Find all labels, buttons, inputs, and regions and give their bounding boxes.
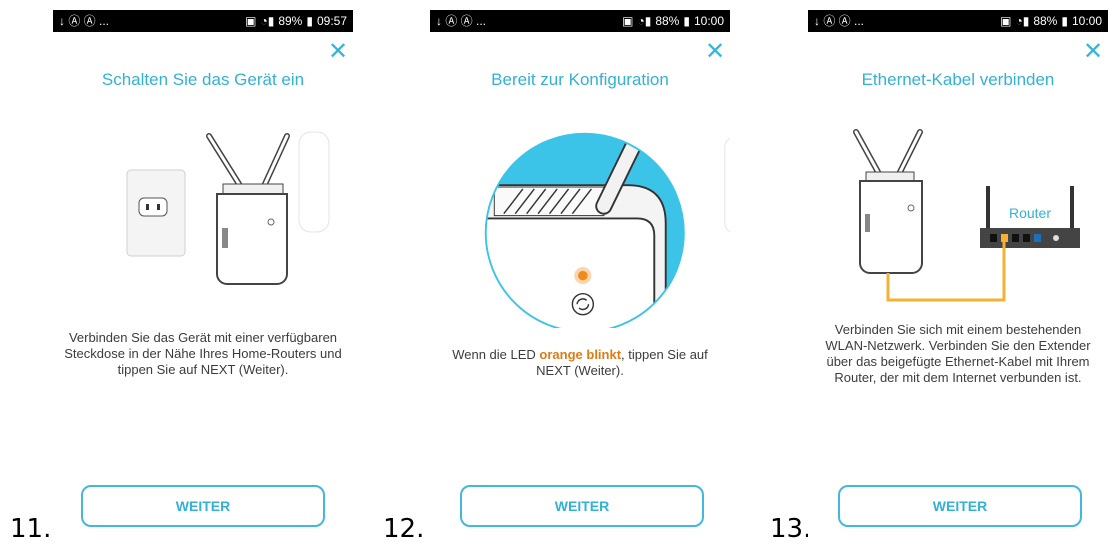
- close-icon[interactable]: ✕: [327, 39, 349, 63]
- battery-percent: 88%: [1033, 14, 1058, 28]
- cast-icon: ▣: [622, 14, 634, 28]
- screen-title: Ethernet-Kabel verbinden: [861, 70, 1055, 89]
- wifi-signal-icon: ◔▮: [637, 14, 652, 28]
- clock: 09:57: [316, 14, 347, 28]
- phone-screen-12: ↓ Ⓐ Ⓐ ... ▣ ◔▮ 88% ▮ 10:00 ✕ Bereit zur …: [430, 10, 730, 545]
- clock: 10:00: [1071, 14, 1102, 28]
- phone-screen-13: ↓ Ⓐ Ⓐ ... ▣ ◔▮ 88% ▮ 10:00 ✕ Ethernet-Ka…: [808, 10, 1108, 545]
- router-label: Router: [1009, 205, 1051, 221]
- close-icon[interactable]: ✕: [704, 39, 726, 63]
- cast-icon: ▣: [245, 14, 257, 28]
- battery-percent: 89%: [278, 14, 303, 28]
- ethernet-connection-illustration: Router: [853, 129, 1080, 302]
- battery-icon: ▮: [1061, 14, 1068, 28]
- instruction-text: Verbinden Sie das Gerät mit einer verfüg…: [64, 330, 342, 377]
- led-closeup-illustration: [484, 132, 730, 328]
- close-icon[interactable]: ✕: [1082, 39, 1104, 63]
- instruction-text: Verbinden Sie sich mit einem bestehenden…: [825, 322, 1091, 385]
- step-number-12: 12.: [383, 514, 425, 544]
- wifi-signal-icon: ◔▮: [1015, 14, 1030, 28]
- notification-icons: ↓ Ⓐ Ⓐ ...: [59, 14, 110, 28]
- step-number-11: 11.: [10, 514, 52, 544]
- screen-title: Bereit zur Konfiguration: [491, 70, 669, 89]
- wifi-signal-icon: ◔▮: [260, 14, 275, 28]
- notification-icons: ↓ Ⓐ Ⓐ ...: [436, 14, 487, 28]
- battery-percent: 88%: [655, 14, 680, 28]
- weiter-button[interactable]: WEITER: [460, 485, 704, 527]
- weiter-button[interactable]: WEITER: [81, 485, 325, 527]
- weiter-button[interactable]: WEITER: [838, 485, 1082, 527]
- screen-title: Schalten Sie das Gerät ein: [101, 70, 305, 89]
- notification-icons: ↓ Ⓐ Ⓐ ...: [814, 14, 865, 28]
- instruction-text: Wenn die LED orange blinkt, tippen Sie a…: [440, 347, 720, 379]
- status-bar: ↓ Ⓐ Ⓐ ... ▣ ◔▮ 88% ▮ 10:00: [808, 10, 1108, 32]
- battery-icon: ▮: [306, 14, 313, 28]
- instruction-text-highlight: orange blinkt: [539, 347, 622, 362]
- clock: 10:00: [693, 14, 724, 28]
- instruction-text-start: Wenn die LED: [452, 347, 540, 362]
- battery-icon: ▮: [683, 14, 690, 28]
- step-number-13: 13.: [770, 514, 812, 544]
- phone-screen-11: ↓ Ⓐ Ⓐ ... ▣ ◔▮ 89% ▮ 09:57 ✕ Schalten Si…: [53, 10, 353, 545]
- extender-plug-in-illustration: [126, 131, 330, 285]
- status-bar: ↓ Ⓐ Ⓐ ... ▣ ◔▮ 89% ▮ 09:57: [53, 10, 353, 32]
- cast-icon: ▣: [1000, 14, 1012, 28]
- status-bar: ↓ Ⓐ Ⓐ ... ▣ ◔▮ 88% ▮ 10:00: [430, 10, 730, 32]
